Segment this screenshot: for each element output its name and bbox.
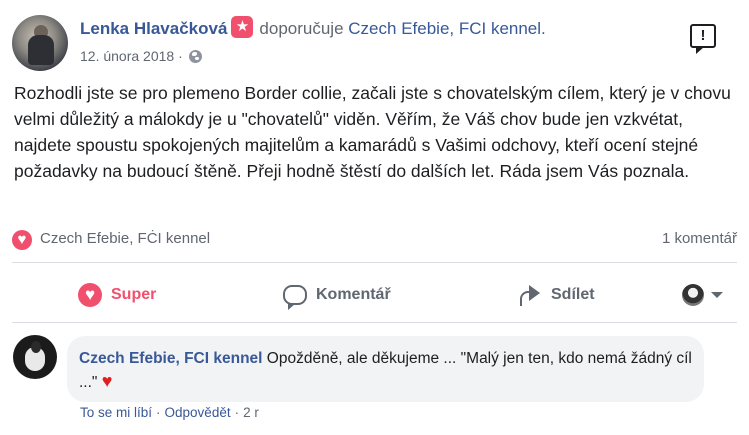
super-label: Super <box>111 286 157 303</box>
post-title-line: Lenka Hlavačková doporučuje Czech Efebie,… <box>80 16 546 39</box>
author-name-link[interactable]: Lenka Hlavačková <box>80 19 227 38</box>
comment-time[interactable]: 2 r <box>243 405 259 420</box>
post-meta: 12. února 2018 · <box>80 48 202 64</box>
author-avatar[interactable] <box>12 15 68 71</box>
avatar-dog-head <box>31 341 41 353</box>
post-header: Lenka Hlavačková doporučuje Czech Efebie,… <box>12 12 737 71</box>
comment-actions: To se mi líbí · Odpovědět · 2 r <box>80 405 259 420</box>
divider <box>12 322 737 323</box>
super-button[interactable]: Super <box>78 271 156 319</box>
post-action-bar: Super Komentář Sdílet <box>12 271 737 319</box>
reaction-summary: Czech Efebie, FĊI kennel 1 komentář <box>12 227 737 251</box>
recommend-star-icon <box>231 16 254 38</box>
love-reaction-icon[interactable] <box>12 230 32 250</box>
comment-icon <box>283 285 307 310</box>
divider <box>12 262 737 263</box>
comment-separator: · <box>156 405 161 420</box>
post-as-selector[interactable] <box>682 283 738 307</box>
comment-count-link[interactable]: 1 komentář <box>662 230 737 247</box>
post-body-text: Rozhodli jste se pro plemeno Border coll… <box>14 83 731 181</box>
share-button[interactable]: Sdílet <box>518 271 595 319</box>
avatar-figure <box>28 35 54 65</box>
comment-button[interactable]: Komentář <box>283 271 391 319</box>
report-icon[interactable] <box>690 24 716 54</box>
share-label: Sdílet <box>551 286 595 303</box>
comment-separator: · <box>234 405 240 420</box>
caret-down-icon <box>711 292 723 298</box>
reactors-link[interactable]: Czech Efebie, FĊI kennel <box>40 230 210 247</box>
comment-reply-link[interactable]: Odpovědět <box>165 405 231 420</box>
love-icon <box>78 283 102 307</box>
comment-like-link[interactable]: To se mi líbí <box>80 405 152 420</box>
share-icon <box>518 283 542 307</box>
page-name-link[interactable]: Czech Efebie, FCI kennel. <box>348 19 545 38</box>
comment-author-link[interactable]: Czech Efebie, FCI kennel <box>79 350 262 367</box>
heart-emoji-icon: ♥ <box>101 371 113 391</box>
post-date-link[interactable]: 12. února 2018 <box>80 48 174 64</box>
comment-author-avatar[interactable] <box>13 335 57 379</box>
meta-separator: · <box>178 48 183 64</box>
globe-icon[interactable] <box>188 50 202 63</box>
comment-label: Komentář <box>316 286 391 303</box>
viewer-avatar <box>682 284 704 306</box>
recommend-verb: doporučuje <box>259 19 344 38</box>
comment-bubble: Czech Efebie, FCI kennel Opožděně, ale d… <box>67 336 704 402</box>
